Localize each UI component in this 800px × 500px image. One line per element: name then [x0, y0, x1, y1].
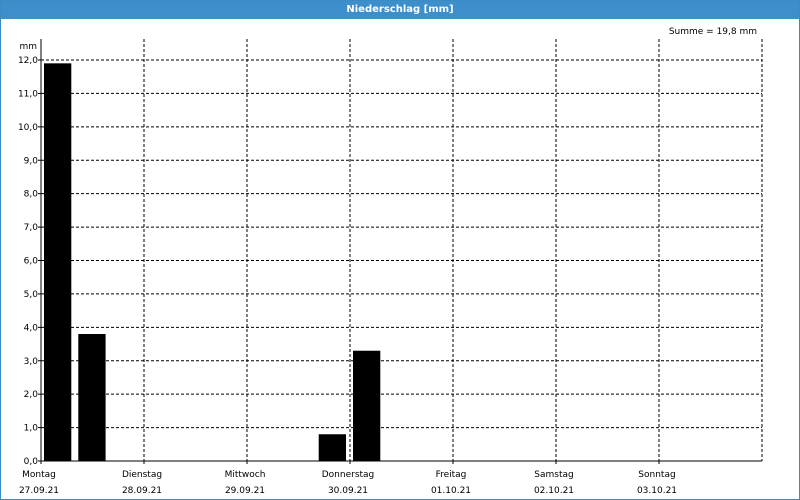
y-tick-label: 5,0: [24, 290, 39, 300]
y-tick-label: 3,0: [24, 357, 39, 367]
x-date-label: 28.09.21: [122, 486, 162, 496]
y-tick-label: 1,0: [24, 424, 39, 434]
y-tick-label: 10,0: [18, 123, 38, 133]
x-day-label: Mittwoch: [225, 470, 266, 480]
bar: [353, 350, 381, 461]
x-day-label: Dienstag: [122, 470, 162, 480]
bar: [318, 434, 346, 461]
x-date-label: 30.09.21: [328, 486, 368, 496]
axis-layer: [38, 39, 762, 464]
x-day-label: Sonntag: [638, 470, 675, 480]
bar: [44, 63, 72, 461]
y-tick-label: 2,0: [24, 390, 39, 400]
y-tick-label: 9,0: [24, 156, 39, 166]
x-date-label: 03.10.21: [637, 486, 677, 496]
x-day-label: Donnerstag: [322, 470, 375, 480]
y-tick-label: 4,0: [24, 323, 39, 333]
y-tick-label: 11,0: [18, 89, 38, 99]
y-tick-label: 0,0: [24, 457, 39, 467]
x-date-label: 27.09.21: [19, 486, 59, 496]
bars-layer: [44, 63, 381, 461]
x-date-label: 01.10.21: [431, 486, 471, 496]
y-tick-label: 7,0: [24, 223, 39, 233]
bar: [78, 334, 106, 461]
x-day-label: Freitag: [436, 470, 467, 480]
y-tick-label: 6,0: [24, 257, 39, 267]
y-tick-label: 12,0: [18, 56, 38, 66]
y-tick-label: 8,0: [24, 190, 39, 200]
x-date-label: 29.09.21: [225, 486, 265, 496]
y-axis-unit: mm: [19, 42, 37, 52]
grid-layer: [41, 39, 763, 461]
x-day-label: Samstag: [534, 470, 573, 480]
precipitation-chart: 0,0 1,0 2,0 3,0 4,0 5,0 6,0 7,0 8,0 9,0 10,0 11,0 12…: [18, 39, 763, 496]
chart-window: Niederschlag [mm] Summe = 19,8 mm 0,0 1,0…: [0, 0, 800, 500]
x-date-label: 02.10.21: [534, 486, 574, 496]
x-day-label: Montag: [22, 470, 56, 480]
